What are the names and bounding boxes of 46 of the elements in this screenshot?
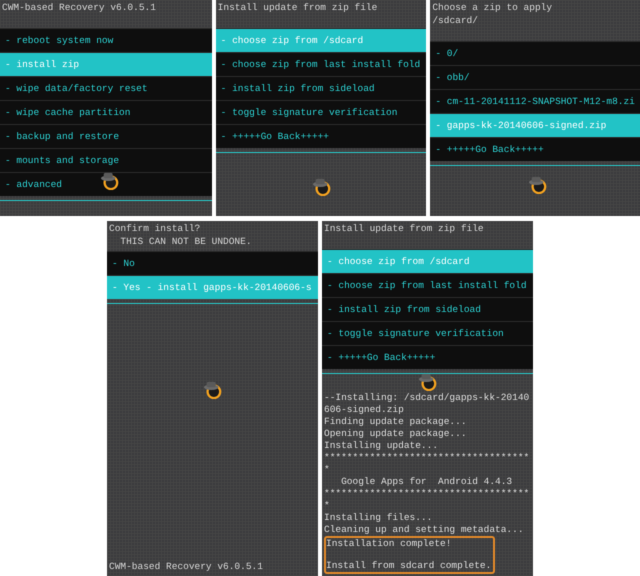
- hat-logo-icon: [528, 176, 548, 194]
- log-line: Install from sdcard complete.: [326, 560, 492, 572]
- menu-item[interactable]: - +++++Go Back+++++: [430, 137, 640, 161]
- menu-item[interactable]: - advanced: [0, 172, 212, 196]
- menu-item[interactable]: - mounts and storage: [0, 148, 212, 172]
- menu-item[interactable]: - toggle signature verification: [322, 321, 533, 345]
- screen-title: CWM-based Recovery v6.0.5.1: [1, 1, 157, 15]
- log-line: *: [324, 464, 331, 476]
- screen-title: /sdcard/: [431, 14, 479, 28]
- log-line: ************************************: [324, 488, 530, 500]
- menu-item[interactable]: - +++++Go Back+++++: [322, 345, 533, 369]
- log-line: Installation complete!: [326, 538, 452, 550]
- menu-item[interactable]: - obb/: [430, 65, 640, 89]
- menu-item[interactable]: - +++++Go Back+++++: [216, 124, 426, 148]
- log-line: 606-signed.zip: [324, 404, 405, 416]
- version-label: CWM-based Recovery v6.0.5.1: [108, 561, 264, 574]
- menu-item[interactable]: - reboot system now: [0, 28, 212, 52]
- menu-item[interactable]: - choose zip from last install fold: [322, 273, 533, 297]
- menu-item[interactable]: - backup and restore: [0, 124, 212, 148]
- screen-title: THIS CAN NOT BE UNDONE.: [119, 235, 253, 247]
- menu-item[interactable]: - No: [107, 251, 318, 275]
- log-line: --Installing: /sdcard/gapps-kk-20140: [324, 392, 530, 404]
- log-line: Finding update package...: [324, 416, 468, 428]
- menu-item[interactable]: - 0/: [430, 41, 640, 65]
- menu-item[interactable]: - toggle signature verification: [216, 100, 426, 124]
- log-line: Installing update...: [324, 440, 440, 452]
- log-line: Google Apps for Android 4.4.3: [340, 476, 514, 488]
- menu-item[interactable]: - choose zip from last install fold: [216, 52, 426, 76]
- log-line: *: [324, 500, 331, 512]
- screen-title: Confirm install?: [108, 222, 202, 234]
- log-line: ************************************: [324, 452, 530, 464]
- menu-item[interactable]: - wipe data/factory reset: [0, 76, 212, 100]
- hat-logo-icon: [100, 172, 120, 190]
- screen-title: Install update from zip file: [216, 1, 378, 15]
- log-line: Opening update package...: [324, 428, 468, 440]
- screen-title: Install update from zip file: [323, 222, 485, 236]
- log-line: Installing files...: [324, 512, 434, 524]
- hat-logo-icon: [418, 373, 438, 391]
- hat-logo-icon: [203, 381, 223, 399]
- log-line: Cleaning up and setting metadata...: [324, 524, 525, 536]
- menu-item[interactable]: - install zip from sideload: [322, 297, 533, 321]
- menu-item[interactable]: - wipe cache partition: [0, 100, 212, 124]
- screen-title: Choose a zip to apply: [431, 1, 554, 13]
- menu-item[interactable]: - cm-11-20141112-SNAPSHOT-M12-m8.zi: [430, 89, 640, 113]
- hat-logo-icon: [312, 178, 332, 196]
- menu-item[interactable]: - install zip from sideload: [216, 76, 426, 100]
